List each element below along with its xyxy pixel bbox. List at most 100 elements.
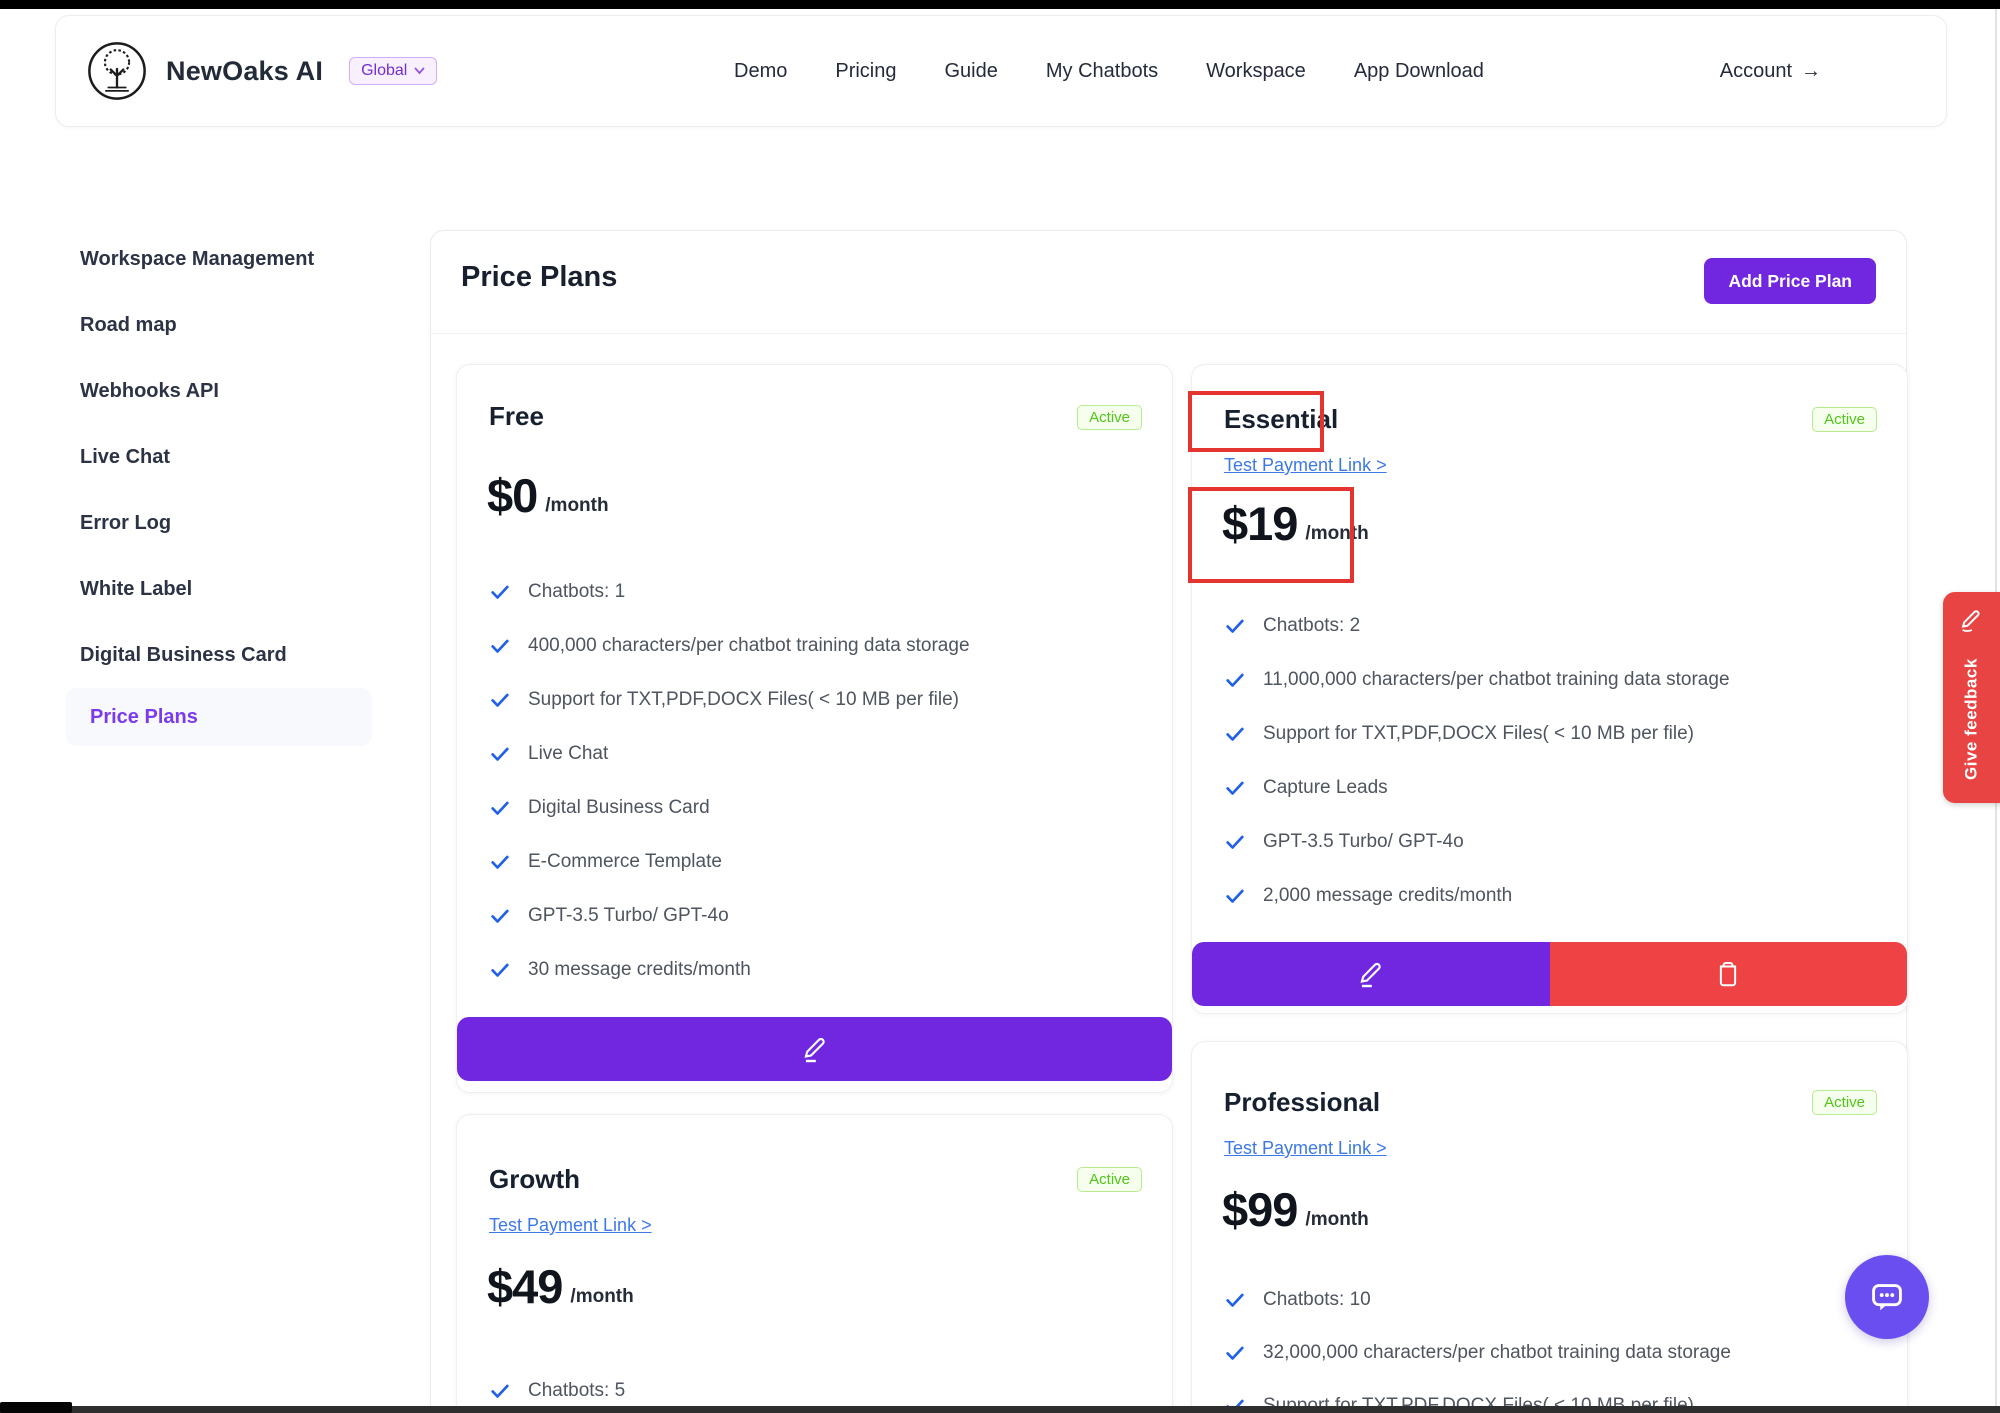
check-icon [1224, 669, 1246, 691]
sidebar-item-white-label[interactable]: White Label [80, 578, 192, 601]
sidebar-item-price-plans-label: Price Plans [90, 688, 198, 746]
edit-plan-button[interactable] [457, 1017, 1172, 1081]
sidebar-item-error-log[interactable]: Error Log [80, 512, 171, 535]
panel-divider [431, 333, 1906, 334]
status-badge: Active [1812, 1090, 1877, 1115]
plan-name: Professional [1224, 1087, 1380, 1118]
right-arrow-icon: → [1801, 60, 1821, 83]
trash-icon [1713, 959, 1743, 989]
price-plans-panel: Price Plans Add Price Plan Free Active $… [430, 230, 1907, 1413]
plan-feature: Support for TXT,PDF,DOCX Files( < 10 MB … [489, 686, 1142, 714]
plan-feature: GPT-3.5 Turbo/ GPT-4o [489, 902, 1142, 930]
plan-feature: Digital Business Card [489, 794, 1142, 822]
add-price-plan-button[interactable]: Add Price Plan [1704, 258, 1876, 304]
check-icon [489, 797, 511, 819]
plan-feature: Chatbots: 10 [1224, 1286, 1877, 1314]
plan-feature: 11,000,000 characters/per chatbot traini… [1224, 666, 1877, 694]
price-plans-admin-page: NewOaks AI Global Demo Pricing Guide My … [0, 0, 2000, 1413]
edit-plan-button[interactable] [1192, 942, 1550, 1006]
plan-feature: 2,000 message credits/month [1224, 882, 1877, 910]
plan-feature: Live Chat [489, 740, 1142, 768]
plan-feature: 400,000 characters/per chatbot training … [489, 632, 1142, 660]
check-icon [489, 689, 511, 711]
test-payment-link[interactable]: Test Payment Link > [1224, 1138, 1387, 1159]
nav-item-guide[interactable]: Guide [945, 60, 998, 83]
feature-list: Chatbots: 2 11,000,000 characters/per ch… [1224, 612, 1877, 910]
check-icon [489, 905, 511, 927]
account-label: Account [1720, 60, 1792, 83]
feature-list: Chatbots: 10 32,000,000 characters/per c… [1224, 1286, 1877, 1413]
plan-feature: Chatbots: 2 [1224, 612, 1877, 640]
nav-item-demo[interactable]: Demo [734, 60, 787, 83]
check-icon [489, 635, 511, 657]
test-payment-link[interactable]: Test Payment Link > [1224, 455, 1387, 476]
plan-feature: GPT-3.5 Turbo/ GPT-4o [1224, 828, 1877, 856]
check-icon [489, 581, 511, 603]
bottom-frame-bar [0, 1406, 2000, 1413]
check-icon [489, 959, 511, 981]
check-icon [1224, 1342, 1246, 1364]
status-badge: Active [1812, 407, 1877, 432]
pencil-icon [1355, 958, 1387, 990]
plan-price: $0 [487, 468, 537, 524]
give-feedback-label: Give feedback [1943, 644, 2000, 794]
status-badge: Active [1077, 1167, 1142, 1192]
plan-card-essential: Essential Active Test Payment Link > $19… [1191, 364, 1908, 1014]
region-selector[interactable]: Global [349, 57, 437, 85]
status-badge: Active [1077, 405, 1142, 430]
chevron-down-icon [414, 67, 425, 75]
plan-period: /month [545, 495, 608, 524]
plan-card-professional: Professional Active Test Payment Link > … [1191, 1041, 1908, 1413]
sidebar-item-live-chat[interactable]: Live Chat [80, 446, 170, 469]
plan-feature: Capture Leads [1224, 774, 1877, 802]
bottom-progress-segment [0, 1402, 72, 1413]
account-menu[interactable]: Account → [1720, 16, 1821, 126]
check-icon [489, 851, 511, 873]
check-icon [1224, 615, 1246, 637]
check-icon [1224, 885, 1246, 907]
nav-item-workspace[interactable]: Workspace [1206, 60, 1306, 83]
nav-item-app-download[interactable]: App Download [1354, 60, 1484, 83]
sidebar-item-price-plans[interactable]: Price Plans [66, 688, 372, 746]
check-icon [489, 1380, 511, 1402]
plan-price: $99 [1222, 1182, 1297, 1238]
plan-period: /month [570, 1286, 633, 1315]
plan-feature: Chatbots: 1 [489, 578, 1142, 606]
plan-card-free: Free Active $0 /month Chatbots: 1 [456, 364, 1173, 1093]
plan-feature: Chatbots: 5 [489, 1377, 1142, 1405]
plan-feature: Support for TXT,PDF,DOCX Files( < 10 MB … [1224, 720, 1877, 748]
sidebar-item-workspace-management[interactable]: Workspace Management [80, 248, 314, 271]
top-navigation-bar: NewOaks AI Global Demo Pricing Guide My … [55, 15, 1947, 127]
page-title: Price Plans [461, 261, 617, 294]
chat-bubble-icon [1864, 1274, 1910, 1320]
plan-price: $49 [487, 1259, 562, 1315]
plan-action-buttons [1192, 942, 1907, 1006]
check-icon [1224, 831, 1246, 853]
plan-feature: E-Commerce Template [489, 848, 1142, 876]
brand-title: NewOaks AI [166, 56, 323, 87]
plan-price: $19 [1222, 496, 1297, 552]
plan-name: Growth [489, 1164, 580, 1195]
nav-item-my-chatbots[interactable]: My Chatbots [1046, 60, 1158, 83]
plan-name: Free [489, 401, 544, 432]
region-selector-label: Global [361, 62, 407, 80]
sidebar-item-road-map[interactable]: Road map [80, 314, 177, 337]
test-payment-link[interactable]: Test Payment Link > [489, 1215, 652, 1236]
give-feedback-tab[interactable]: Give feedback [1943, 592, 2000, 803]
newoaks-tree-logo-icon [86, 40, 148, 102]
check-icon [1224, 1289, 1246, 1311]
check-icon [489, 743, 511, 765]
sidebar-item-digital-business-card[interactable]: Digital Business Card [80, 644, 287, 667]
nav-item-pricing[interactable]: Pricing [835, 60, 896, 83]
chat-widget-button[interactable] [1845, 1255, 1929, 1339]
sidebar-item-webhooks-api[interactable]: Webhooks API [80, 380, 219, 403]
main-nav: Demo Pricing Guide My Chatbots Workspace… [734, 16, 1484, 126]
plan-card-growth: Growth Active Test Payment Link > $49 /m… [456, 1114, 1173, 1413]
delete-plan-button[interactable] [1550, 942, 1908, 1006]
check-icon [1224, 723, 1246, 745]
top-frame-bar [0, 0, 2000, 9]
plan-name: Essential [1224, 404, 1338, 435]
plan-feature: 30 message credits/month [489, 956, 1142, 984]
plan-period: /month [1305, 1209, 1368, 1238]
pencil-icon [799, 1033, 831, 1065]
